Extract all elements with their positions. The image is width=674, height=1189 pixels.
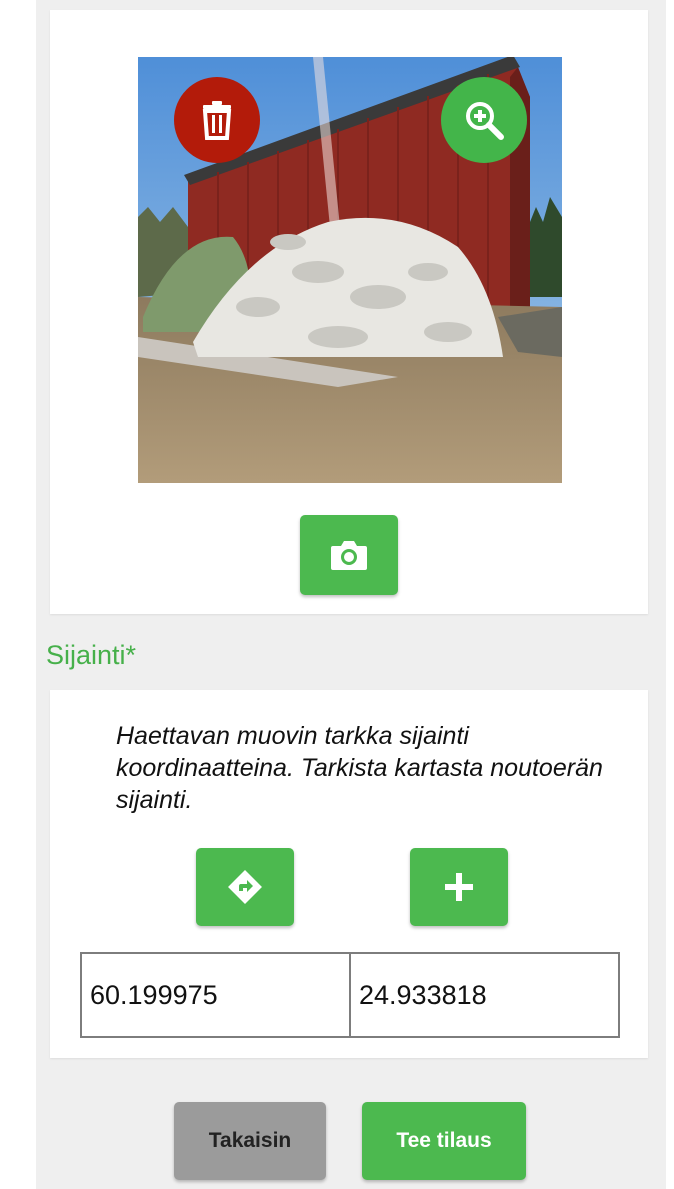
delete-photo-button[interactable]	[174, 77, 260, 163]
location-card: Haettavan muovin tarkka sijainti koordin…	[50, 690, 648, 1058]
coordinates-table: 60.199975 24.933818	[80, 952, 620, 1038]
longitude-field[interactable]: 24.933818	[349, 954, 618, 1036]
location-description: Haettavan muovin tarkka sijainti koordin…	[116, 722, 603, 814]
trash-icon	[202, 101, 232, 140]
plus-icon	[445, 873, 473, 901]
uploaded-photo	[138, 57, 562, 483]
latitude-field[interactable]: 60.199975	[82, 954, 349, 1036]
add-location-button[interactable]	[410, 848, 508, 926]
photo-card	[50, 10, 648, 614]
zoom-in-icon	[466, 102, 504, 140]
location-section-title: Sijainti*	[46, 640, 137, 670]
back-button[interactable]: Takaisin	[174, 1102, 326, 1180]
app-screen: Sijainti* Haettavan muovin tarkka sijain…	[36, 0, 666, 1189]
camera-icon	[331, 541, 367, 570]
directions-icon	[228, 870, 262, 904]
take-photo-button[interactable]	[300, 515, 398, 595]
get-location-button[interactable]	[196, 848, 294, 926]
zoom-photo-button[interactable]	[441, 77, 527, 163]
place-order-button[interactable]: Tee tilaus	[362, 1102, 526, 1180]
